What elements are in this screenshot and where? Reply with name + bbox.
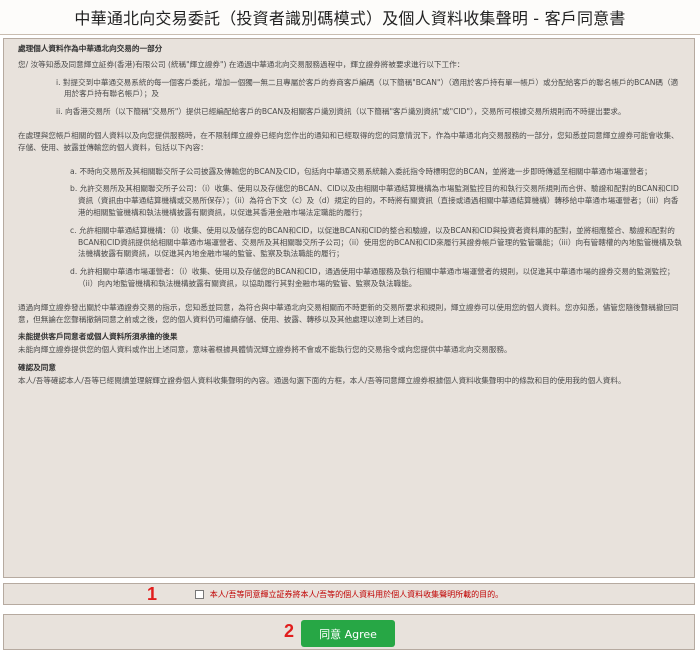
consent-label[interactable]: 本人/吾等同意輝立証券將本人/吾等的個人資料用於個人資料收集聲明所載的目的。 — [210, 589, 503, 600]
item-a: a. 不時向交易所及其相關聯交所子公司披露及傳輸您的BCAN及CID，包括向中華… — [70, 166, 652, 176]
section-heading-confirmation: 確認及同意 — [18, 362, 56, 372]
notice-paragraph-5: 本人/吾等確認本人/吾等已經閱讀並理解輝立證券個人資料收集聲明的內容。通過勾選下… — [18, 375, 626, 385]
section-heading-processing: 處理個人資料作為中華通北向交易的一部分 — [18, 44, 163, 53]
consent-checkbox[interactable] — [194, 589, 204, 599]
agree-button[interactable]: 同意 Agree — [301, 620, 395, 647]
item-c: c. 允許相關中華通結算機構：（i）收集、使用以及儲存您的BCAN和CID，以促… — [70, 225, 682, 259]
page-title: 中華通北向交易委託（投資者識別碼模式）及個人資料收集聲明 - 客戶同意書 — [0, 0, 700, 35]
notice-paragraph-2: 在處理與您帳戶相關的個人資料以及向您提供服務時，在不限制輝立證券已經向您作出的通… — [18, 130, 679, 152]
requirement-ii: ii. 向香港交易所（以下簡稱"交易所"）提供已經編配給客戶的BCAN及相關客戶… — [56, 107, 626, 117]
notice-paragraph-3: 通過向輝立證券發出關於中華通證券交易的指示，您知悉並同意，為符合與中華通北向交易… — [18, 302, 679, 324]
annotation-marker-1: 1 — [147, 584, 158, 604]
notice-intro: 您/ 汝等知悉及同意輝立証券(香港)有限公司 (統稱"輝立證券") 在通過中華通… — [18, 59, 465, 69]
item-b: b. 允許交易所及其相關聯交所子公司：（i）收集、使用以及存儲您的BCAN、CI… — [70, 184, 679, 217]
section-heading-consequences: 未能提供客戶同意者或個人資料所須承擔的後果 — [18, 332, 178, 342]
requirement-i: i. 對提交到中華通交易系統的每一個客戶委託，增加一個獨一無二且專屬於客戶的券商… — [56, 77, 679, 99]
consent-row: 本人/吾等同意輝立証券將本人/吾等的個人資料用於個人資料收集聲明所載的目的。 — [3, 583, 695, 605]
consent-notice: 處理個人資料作為中華通北向交易的一部分 您/ 汝等知悉及同意輝立証券(香港)有限… — [3, 38, 695, 578]
item-d: d. 允許相關中華通市場運營者：（i）收集、使用以及存儲您的BCAN和CID，通… — [70, 267, 675, 288]
notice-paragraph-4: 未能向輝立證券提供您的個人資料或作出上述同意，意味著根據具體情況輝立證券將不會或… — [18, 345, 512, 355]
annotation-marker-2: 2 — [284, 621, 295, 641]
